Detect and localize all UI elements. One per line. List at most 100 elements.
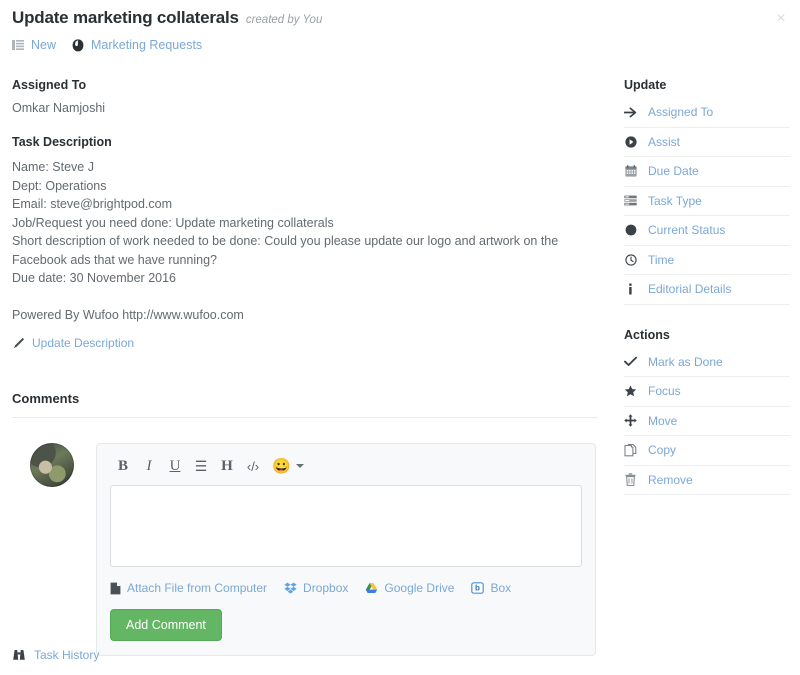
trash-icon [624, 473, 637, 487]
dropbox-link[interactable]: Dropbox [303, 581, 348, 595]
sidebar-label: Remove [648, 472, 693, 487]
info-icon [624, 283, 637, 295]
add-comment-button[interactable]: Add Comment [110, 609, 222, 641]
google-drive-link[interactable]: Google Drive [384, 581, 454, 595]
sidebar-label: Current Status [648, 223, 726, 238]
main-content: Assigned To Omkar Namjoshi Task Descript… [12, 78, 598, 656]
update-description-link[interactable]: Update Description [32, 336, 134, 350]
bullet-list-icon[interactable]: ☰ [188, 459, 214, 473]
sidebar-item-task-type[interactable]: Task Type [624, 187, 790, 216]
box-icon: b [471, 582, 485, 594]
smiley-icon: 😀 [272, 457, 291, 475]
sidebar-label: Mark as Done [648, 354, 723, 369]
editor-toolbar: B I U ☰ H ‹/› 😀 [110, 455, 582, 477]
attach-file-option[interactable]: Attach File from Computer [110, 581, 267, 595]
box-option[interactable]: b Box [471, 581, 511, 595]
sidebar-item-due-date[interactable]: Due Date [624, 157, 790, 187]
assist-circle-icon [624, 136, 637, 148]
pencil-icon [12, 337, 25, 350]
comments-heading: Comments [12, 391, 80, 406]
sidebar-item-copy[interactable]: Copy [624, 436, 790, 466]
sidebar-item-focus[interactable]: Focus [624, 377, 790, 407]
sidebar-item-remove[interactable]: Remove [624, 466, 790, 495]
move-icon [624, 414, 637, 427]
code-icon[interactable]: ‹/› [240, 460, 266, 473]
sidebar-label: Time [648, 252, 675, 267]
description-line: Email: steve@brightpod.com [12, 197, 172, 211]
bold-icon[interactable]: B [110, 458, 136, 474]
task-history-row[interactable]: Task History [12, 648, 99, 662]
arrow-right-icon [624, 107, 637, 118]
file-icon [110, 582, 121, 595]
sidebar-label: Copy [648, 443, 677, 458]
sidebar-label: Editorial Details [648, 282, 732, 297]
task-description-body: Name: Steve J Dept: Operations Email: st… [12, 158, 598, 324]
emoji-picker-button[interactable]: 😀 [272, 459, 304, 474]
actions-section-heading: Actions [624, 327, 670, 342]
right-sidebar: Update Assigned To Assist Due Date Task … [624, 78, 790, 495]
check-icon [624, 356, 637, 367]
breadcrumb: New Marketing Requests [12, 38, 788, 52]
breadcrumb-link-new[interactable]: New [31, 38, 56, 52]
underline-icon[interactable]: U [162, 458, 188, 474]
box-link[interactable]: Box [490, 581, 511, 595]
list-icon [12, 39, 24, 51]
svg-text:b: b [475, 584, 480, 593]
description-line: Job/Request you need done: Update market… [12, 215, 334, 230]
sidebar-label: Focus [648, 384, 681, 399]
title-row: Update marketing collaterals created by … [12, 8, 788, 28]
assigned-to-heading: Assigned To [12, 78, 87, 92]
sidebar-item-assigned-to[interactable]: Assigned To [624, 98, 790, 128]
powered-by-line: Powered By Wufoo http://www.wufoo.com [12, 307, 244, 322]
sidebar-item-move[interactable]: Move [624, 407, 790, 436]
update-section-heading: Update [624, 78, 667, 92]
comment-composer: B I U ☰ H ‹/› 😀 Attach File from Compute… [12, 443, 598, 656]
update-description-row[interactable]: Update Description [12, 336, 598, 350]
sidebar-item-time[interactable]: Time [624, 246, 790, 275]
clock-icon [624, 254, 637, 266]
binoculars-icon [12, 649, 26, 661]
comments-section-header: Comments [12, 390, 598, 418]
sidebar-item-mark-as-done[interactable]: Mark as Done [624, 348, 790, 377]
sidebar-label: Assigned To [648, 105, 714, 120]
breadcrumb-item-new[interactable]: New [12, 38, 56, 52]
sidebar-item-assist[interactable]: Assist [624, 128, 790, 157]
dropbox-icon [284, 582, 297, 594]
breadcrumb-item-pod[interactable]: Marketing Requests [72, 38, 202, 52]
breadcrumb-link-pod[interactable]: Marketing Requests [91, 38, 202, 52]
task-description-heading: Task Description [12, 135, 112, 149]
description-line: Due date: 30 November 2016 [12, 271, 176, 285]
close-icon[interactable]: × [772, 10, 790, 28]
calendar-icon [624, 165, 637, 177]
sidebar-item-current-status[interactable]: Current Status [624, 216, 790, 246]
chevron-down-icon [295, 464, 304, 468]
description-line: Short description of work needed to be d… [12, 234, 559, 267]
sidebar-label: Due Date [648, 164, 699, 179]
page-header: Update marketing collaterals created by … [12, 8, 788, 52]
status-circle-icon [624, 224, 637, 236]
star-icon [624, 385, 637, 397]
pod-icon [72, 38, 84, 52]
heading-icon[interactable]: H [214, 458, 240, 474]
google-drive-option[interactable]: Google Drive [365, 581, 454, 595]
created-by-label: created by You [245, 14, 323, 26]
sidebar-label: Assist [648, 134, 681, 149]
dropbox-option[interactable]: Dropbox [284, 581, 348, 595]
attachment-options: Attach File from Computer Dropbox Google… [110, 581, 582, 595]
page-title: Update marketing collaterals [12, 8, 239, 27]
italic-icon[interactable]: I [136, 458, 162, 474]
description-line: Name: Steve J [12, 160, 94, 174]
update-menu: Assigned To Assist Due Date Task Type Cu… [624, 98, 790, 305]
sidebar-label: Task Type [648, 193, 702, 208]
task-history-link[interactable]: Task History [34, 648, 99, 662]
attach-file-link[interactable]: Attach File from Computer [127, 581, 267, 595]
comment-input[interactable] [110, 485, 582, 567]
description-line: Dept: Operations [12, 178, 107, 193]
sidebar-item-editorial-details[interactable]: Editorial Details [624, 275, 790, 305]
google-drive-icon [365, 582, 378, 594]
sidebar-label: Move [648, 413, 678, 428]
copy-icon [624, 443, 637, 457]
comments-divider [12, 417, 598, 418]
